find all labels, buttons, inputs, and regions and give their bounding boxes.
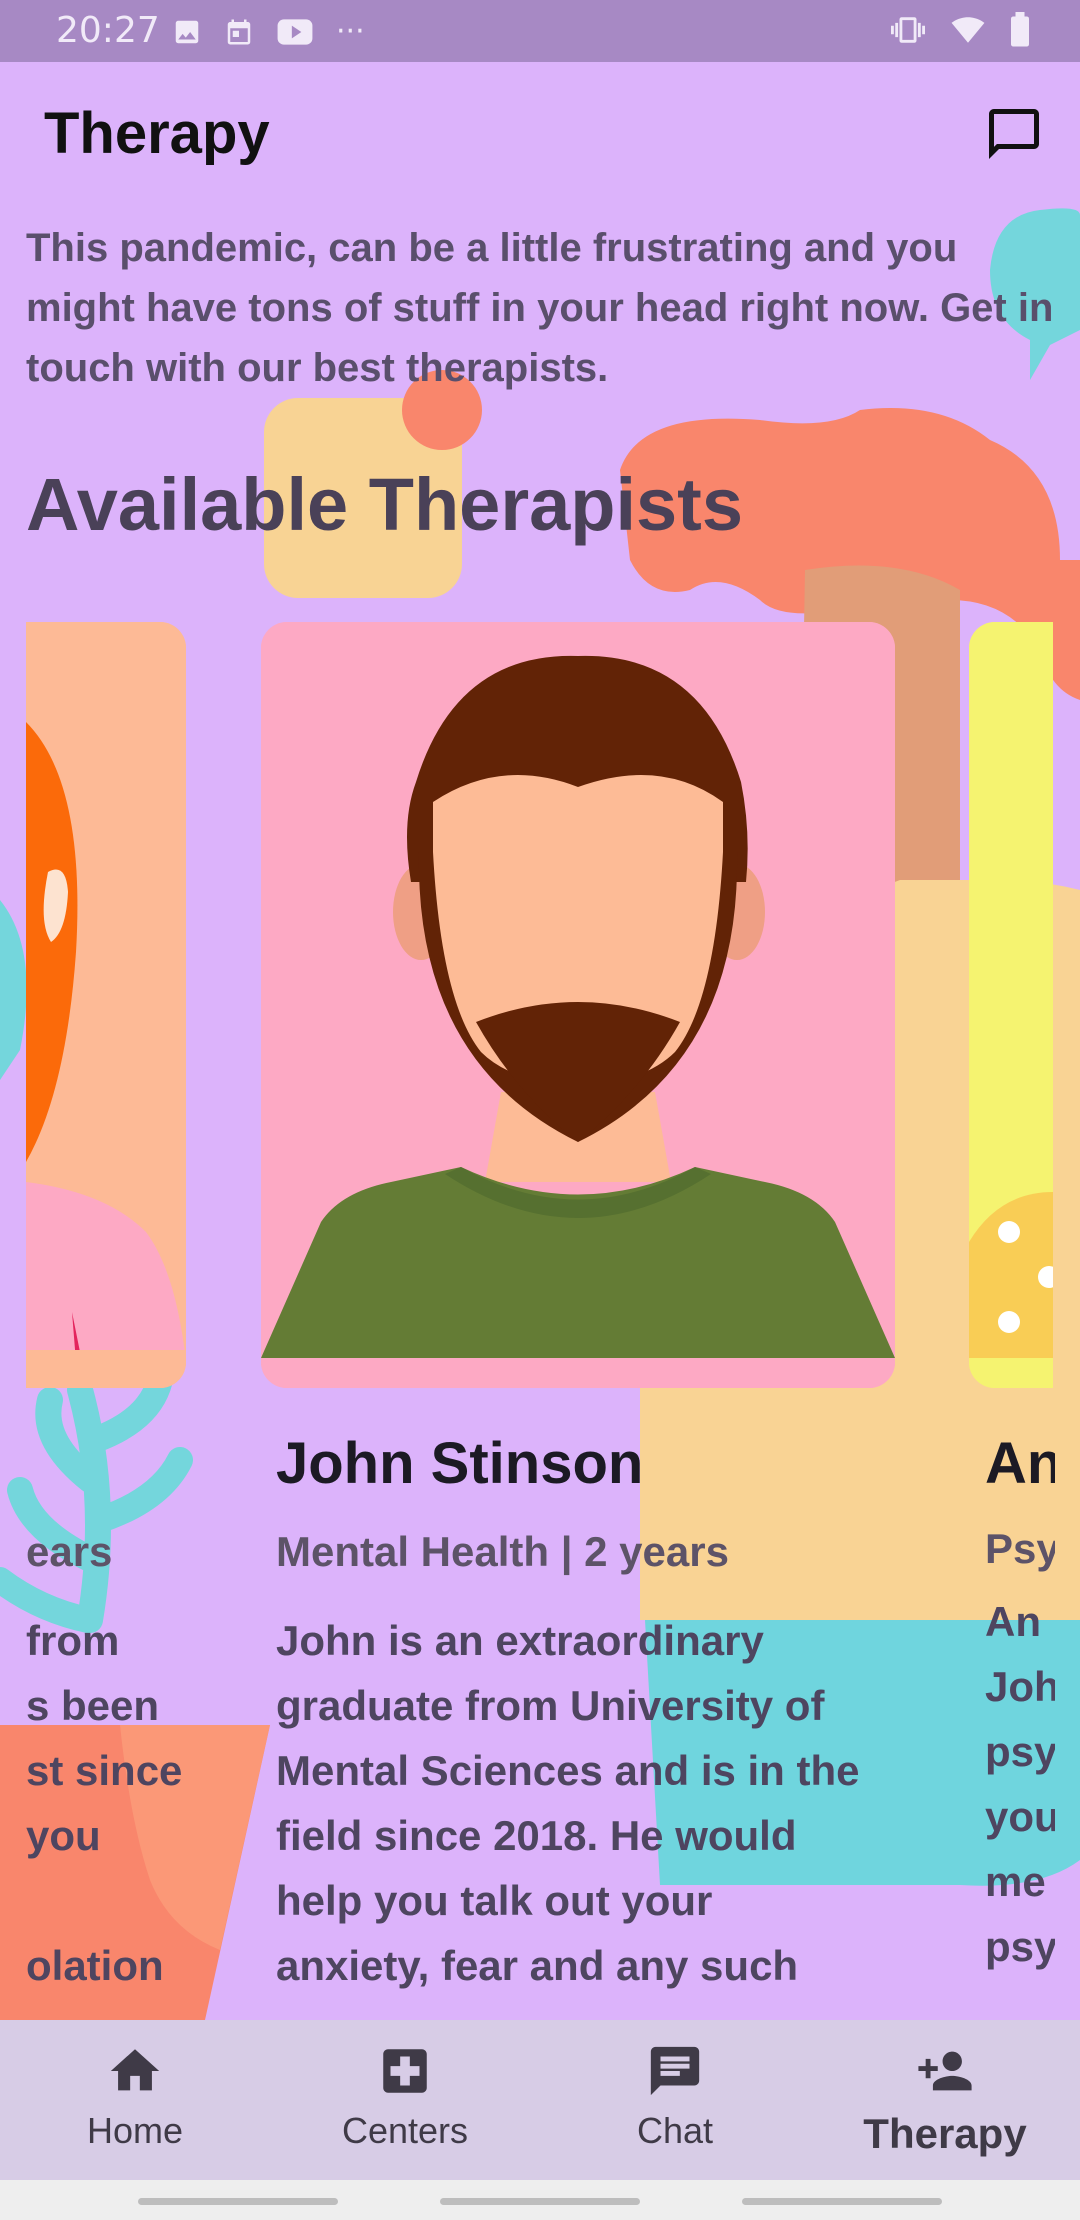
description-line: s been	[26, 1682, 160, 1729]
description-line: me	[985, 1858, 1046, 1905]
nav-item-centers[interactable]: Centers	[270, 2020, 540, 2180]
wifi-icon	[951, 17, 985, 43]
therapist-description-next: An Joh psy you me psy	[985, 1589, 1055, 1979]
description-line: st since	[26, 1747, 183, 1794]
youtube-icon	[277, 18, 313, 45]
therapist-card-next[interactable]	[969, 622, 1053, 1388]
gesture-pill[interactable]	[440, 2198, 640, 2205]
nav-label: Centers	[341, 2110, 469, 2151]
description-line: field since 2018. He would	[276, 1812, 797, 1859]
therapist-text-next: An Psy An Joh psy you me psy	[985, 1430, 1055, 1990]
therapist-card-previous[interactable]	[26, 622, 186, 1388]
therapist-specialty-previous: ears	[26, 1528, 113, 1575]
status-time: 20:27	[56, 10, 160, 51]
description-line: Mental Sciences and is in the	[276, 1747, 860, 1794]
system-icons	[888, 12, 1032, 48]
therapist-specialty-next: Psy	[985, 1525, 1055, 1572]
therapist-avatar	[26, 622, 186, 1388]
status-bar: 20:27 ···	[0, 0, 1080, 62]
calendar-icon	[227, 19, 251, 44]
more-notifications-icon: ···	[336, 14, 365, 49]
section-title: Available Therapists	[26, 463, 743, 546]
description-line: you	[26, 1812, 101, 1859]
description-line: you	[985, 1793, 1055, 1840]
therapist-avatar	[261, 622, 895, 1388]
bottom-navigation: Home Centers Chat Therapy	[0, 2020, 1080, 2180]
description-line: olation	[26, 1942, 164, 1989]
notification-icons: ···	[172, 14, 365, 49]
home-icon	[110, 2049, 160, 2091]
nav-item-home[interactable]: Home	[0, 2020, 270, 2180]
therapist-specialty: Mental Health | 2 years	[276, 1528, 729, 1575]
therapist-description: John is an extraordinary graduate from U…	[276, 1608, 916, 1998]
nav-label: Home	[86, 2110, 184, 2151]
description-line: graduate from University of	[276, 1682, 825, 1729]
image-icon	[175, 20, 199, 43]
therapist-card-john-stinson[interactable]	[261, 622, 895, 1388]
medical-plus-icon	[383, 2049, 427, 2093]
description-line: An	[985, 1598, 1041, 1645]
description-line	[26, 1868, 206, 1933]
nav-item-chat[interactable]: Chat	[540, 2020, 810, 2180]
chat-bubble-outline-icon[interactable]	[984, 104, 1044, 164]
gesture-pill[interactable]	[138, 2198, 338, 2205]
intro-text: This pandemic, can be a little frustrati…	[26, 226, 1054, 390]
battery-icon	[1011, 12, 1029, 47]
description-line: help you talk out your	[276, 1877, 713, 1924]
description-line: psy	[985, 1923, 1055, 1970]
gesture-pill[interactable]	[742, 2198, 942, 2205]
description-line: from	[26, 1617, 120, 1664]
description-line: John is an extraordinary	[276, 1617, 764, 1664]
therapist-name: John Stinson	[276, 1431, 644, 1496]
therapist-avatar	[969, 622, 1053, 1388]
page-title: Therapy	[44, 101, 270, 166]
description-line: psy	[985, 1728, 1055, 1775]
vibrate-icon	[891, 17, 925, 43]
person-add-icon	[918, 2051, 972, 2091]
description-line: Joh	[985, 1663, 1055, 1710]
nav-item-therapy[interactable]: Therapy	[810, 2020, 1080, 2180]
therapist-name-next: An	[985, 1431, 1055, 1496]
system-gesture-bar	[0, 2180, 1080, 2220]
chat-icon	[650, 2046, 700, 2096]
therapist-description-previous: from s been st since you olation	[26, 1608, 206, 1998]
description-line: anxiety, fear and any such	[276, 1942, 799, 1989]
nav-label: Therapy	[863, 2110, 1027, 2157]
nav-label: Chat	[636, 2110, 714, 2151]
